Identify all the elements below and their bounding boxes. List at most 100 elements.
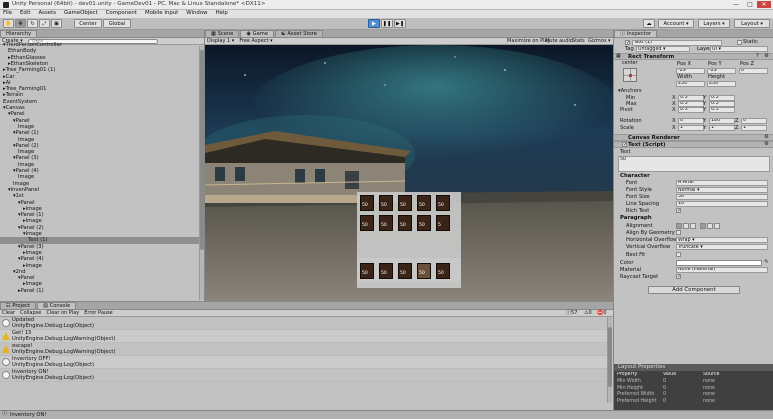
- height-field[interactable]: 250: [707, 81, 736, 87]
- pause-button[interactable]: ❚❚: [381, 19, 393, 28]
- rect-tool-icon[interactable]: ▣: [51, 19, 62, 28]
- hotbar-slot[interactable]: 50: [398, 263, 412, 279]
- font-field[interactable]: A Arial: [676, 180, 768, 186]
- inventory-slot[interactable]: 50: [417, 215, 431, 231]
- collapse-button[interactable]: Collapse: [20, 310, 41, 316]
- anchor-presets-icon[interactable]: [623, 68, 637, 82]
- material-field[interactable]: None (Material): [676, 267, 768, 273]
- space-toggle[interactable]: Global: [103, 19, 131, 28]
- rect-transform-header[interactable]: Rect Transform: [614, 53, 773, 60]
- inventory-slot[interactable]: 50: [379, 215, 393, 231]
- font-size-field[interactable]: 30: [676, 194, 768, 200]
- menu-mobile-input[interactable]: Mobile Input: [145, 10, 178, 16]
- min-y-field[interactable]: 0.5: [709, 95, 735, 101]
- mute-audio-toggle[interactable]: Mute audio: [545, 38, 573, 44]
- hierarchy-item[interactable]: ▸Panel (1): [0, 288, 205, 294]
- inventory-slot[interactable]: 50: [360, 195, 374, 211]
- hotbar-slot[interactable]: 50: [417, 263, 431, 279]
- error-pause-button[interactable]: Error Pause: [84, 310, 112, 316]
- menu-file[interactable]: File: [3, 10, 12, 16]
- layout-properties-title[interactable]: Layout Properties: [614, 364, 773, 371]
- console-entry[interactable]: Get! 15 UnityEngine.Debug:LogWarning(Obje…: [0, 330, 608, 343]
- text-script-gear-icon[interactable]: ⚙: [764, 141, 769, 147]
- tab-console[interactable]: ▤ Console: [37, 302, 77, 309]
- text-enabled-checkbox[interactable]: ✓: [622, 142, 627, 148]
- pivot-y-field[interactable]: 0.5: [709, 107, 735, 113]
- font-style-dropdown[interactable]: Normal: [676, 187, 768, 193]
- inventory-slot[interactable]: 50: [417, 195, 431, 211]
- best-fit-checkbox[interactable]: [676, 252, 681, 257]
- inventory-slot[interactable]: 50: [436, 195, 450, 211]
- rot-x-field[interactable]: 0: [678, 118, 704, 124]
- static-checkbox[interactable]: [737, 40, 742, 45]
- layout-dropdown[interactable]: Layout: [734, 19, 770, 28]
- rich-text-checkbox[interactable]: ✓: [676, 208, 681, 214]
- align-center-icon[interactable]: [683, 223, 689, 229]
- align-top-icon[interactable]: [700, 223, 706, 229]
- max-x-field[interactable]: 0.5: [678, 101, 704, 107]
- active-checkbox[interactable]: ✓: [625, 40, 630, 46]
- raycast-checkbox[interactable]: ✓: [676, 274, 681, 280]
- scale-x-field[interactable]: 1: [678, 125, 704, 131]
- eyedropper-icon[interactable]: ✎: [764, 259, 768, 265]
- maximize-icon[interactable]: □: [743, 1, 757, 8]
- anchors-foldout[interactable]: ▾Anchors: [618, 88, 642, 94]
- tab-project[interactable]: ☷ Project: [0, 302, 37, 309]
- tab-game[interactable]: ◉ Game: [240, 30, 275, 37]
- error-count[interactable]: ⛔0: [597, 310, 611, 316]
- canvas-renderer-gear-icon[interactable]: ⚙: [764, 134, 769, 140]
- info-count[interactable]: ⓘ57: [566, 310, 582, 316]
- console-scrollbar[interactable]: [607, 317, 612, 403]
- layers-dropdown[interactable]: Layers: [698, 19, 730, 28]
- color-swatch[interactable]: [676, 260, 762, 266]
- close-icon[interactable]: ✕: [757, 1, 771, 8]
- minimize-icon[interactable]: —: [729, 1, 743, 8]
- h-overflow-dropdown[interactable]: Wrap: [676, 237, 768, 243]
- rot-y-field[interactable]: 180: [709, 118, 735, 124]
- menu-gameobject[interactable]: GameObject: [64, 10, 98, 16]
- console-entry[interactable]: Inventory OFF! UnityEngine.Debug:Log(Obje…: [0, 356, 608, 369]
- width-field[interactable]: 250: [676, 81, 705, 87]
- gizmos-dropdown[interactable]: Gizmos: [588, 38, 611, 44]
- hotbar-slot[interactable]: 50: [379, 263, 393, 279]
- menu-assets[interactable]: Assets: [38, 10, 56, 16]
- clear-button[interactable]: Clear: [2, 310, 15, 316]
- posy-field[interactable]: -29: [707, 68, 736, 74]
- inventory-slot[interactable]: 50: [398, 195, 412, 211]
- clear-on-play-button[interactable]: Clear on Play: [46, 310, 79, 316]
- tag-dropdown[interactable]: Untagged: [636, 46, 690, 52]
- console-scroll-thumb[interactable]: [608, 327, 612, 387]
- align-middle-icon[interactable]: [707, 223, 713, 229]
- tab-scene[interactable]: ▦ Scene: [205, 30, 240, 37]
- align-left-icon[interactable]: [676, 223, 682, 229]
- inventory-slot[interactable]: 50: [398, 215, 412, 231]
- hand-tool-icon[interactable]: ✋: [3, 19, 14, 28]
- scale-tool-icon[interactable]: ⤢: [39, 19, 50, 28]
- line-spacing-field[interactable]: 10: [676, 201, 768, 207]
- console-entry[interactable]: Updated UnityEngine.Debug:Log(Object): [0, 317, 608, 330]
- account-dropdown[interactable]: Account: [658, 19, 694, 28]
- console-entry[interactable]: Inventory ON! UnityEngine.Debug:Log(Objec…: [0, 369, 608, 382]
- menu-help[interactable]: Help: [216, 10, 228, 16]
- tab-hierarchy[interactable]: Hierarchy: [0, 30, 38, 37]
- posz-field[interactable]: 0: [739, 68, 768, 74]
- warning-count[interactable]: ⚠0: [584, 310, 597, 316]
- console-entry[interactable]: escape! UnityEngine.Debug:LogWarning(Obje…: [0, 343, 608, 356]
- canvas-renderer-header[interactable]: Canvas Renderer: [614, 134, 773, 141]
- maximize-on-play-toggle[interactable]: Maximize on Play: [507, 38, 551, 44]
- tab-asset-store[interactable]: ☯ Asset Store: [275, 30, 323, 37]
- inventory-slot[interactable]: 5: [436, 215, 450, 231]
- max-y-field[interactable]: 0.5: [709, 101, 735, 107]
- text-script-header[interactable]: Text (Script): [614, 141, 773, 148]
- object-name-field[interactable]: Text (1): [632, 40, 722, 46]
- rotate-tool-icon[interactable]: ↻: [27, 19, 38, 28]
- cloud-icon[interactable]: ☁: [643, 19, 655, 28]
- status-message[interactable]: Inventory ON!: [10, 412, 46, 418]
- rot-z-field[interactable]: 0: [741, 118, 767, 124]
- inventory-slot[interactable]: 50: [360, 215, 374, 231]
- hotbar-slot[interactable]: 50: [436, 263, 450, 279]
- menu-component[interactable]: Component: [106, 10, 137, 16]
- hierarchy-scroll-thumb[interactable]: [200, 50, 204, 250]
- aspect-dropdown[interactable]: Free Aspect: [239, 38, 272, 44]
- v-overflow-dropdown[interactable]: Truncate: [676, 244, 768, 250]
